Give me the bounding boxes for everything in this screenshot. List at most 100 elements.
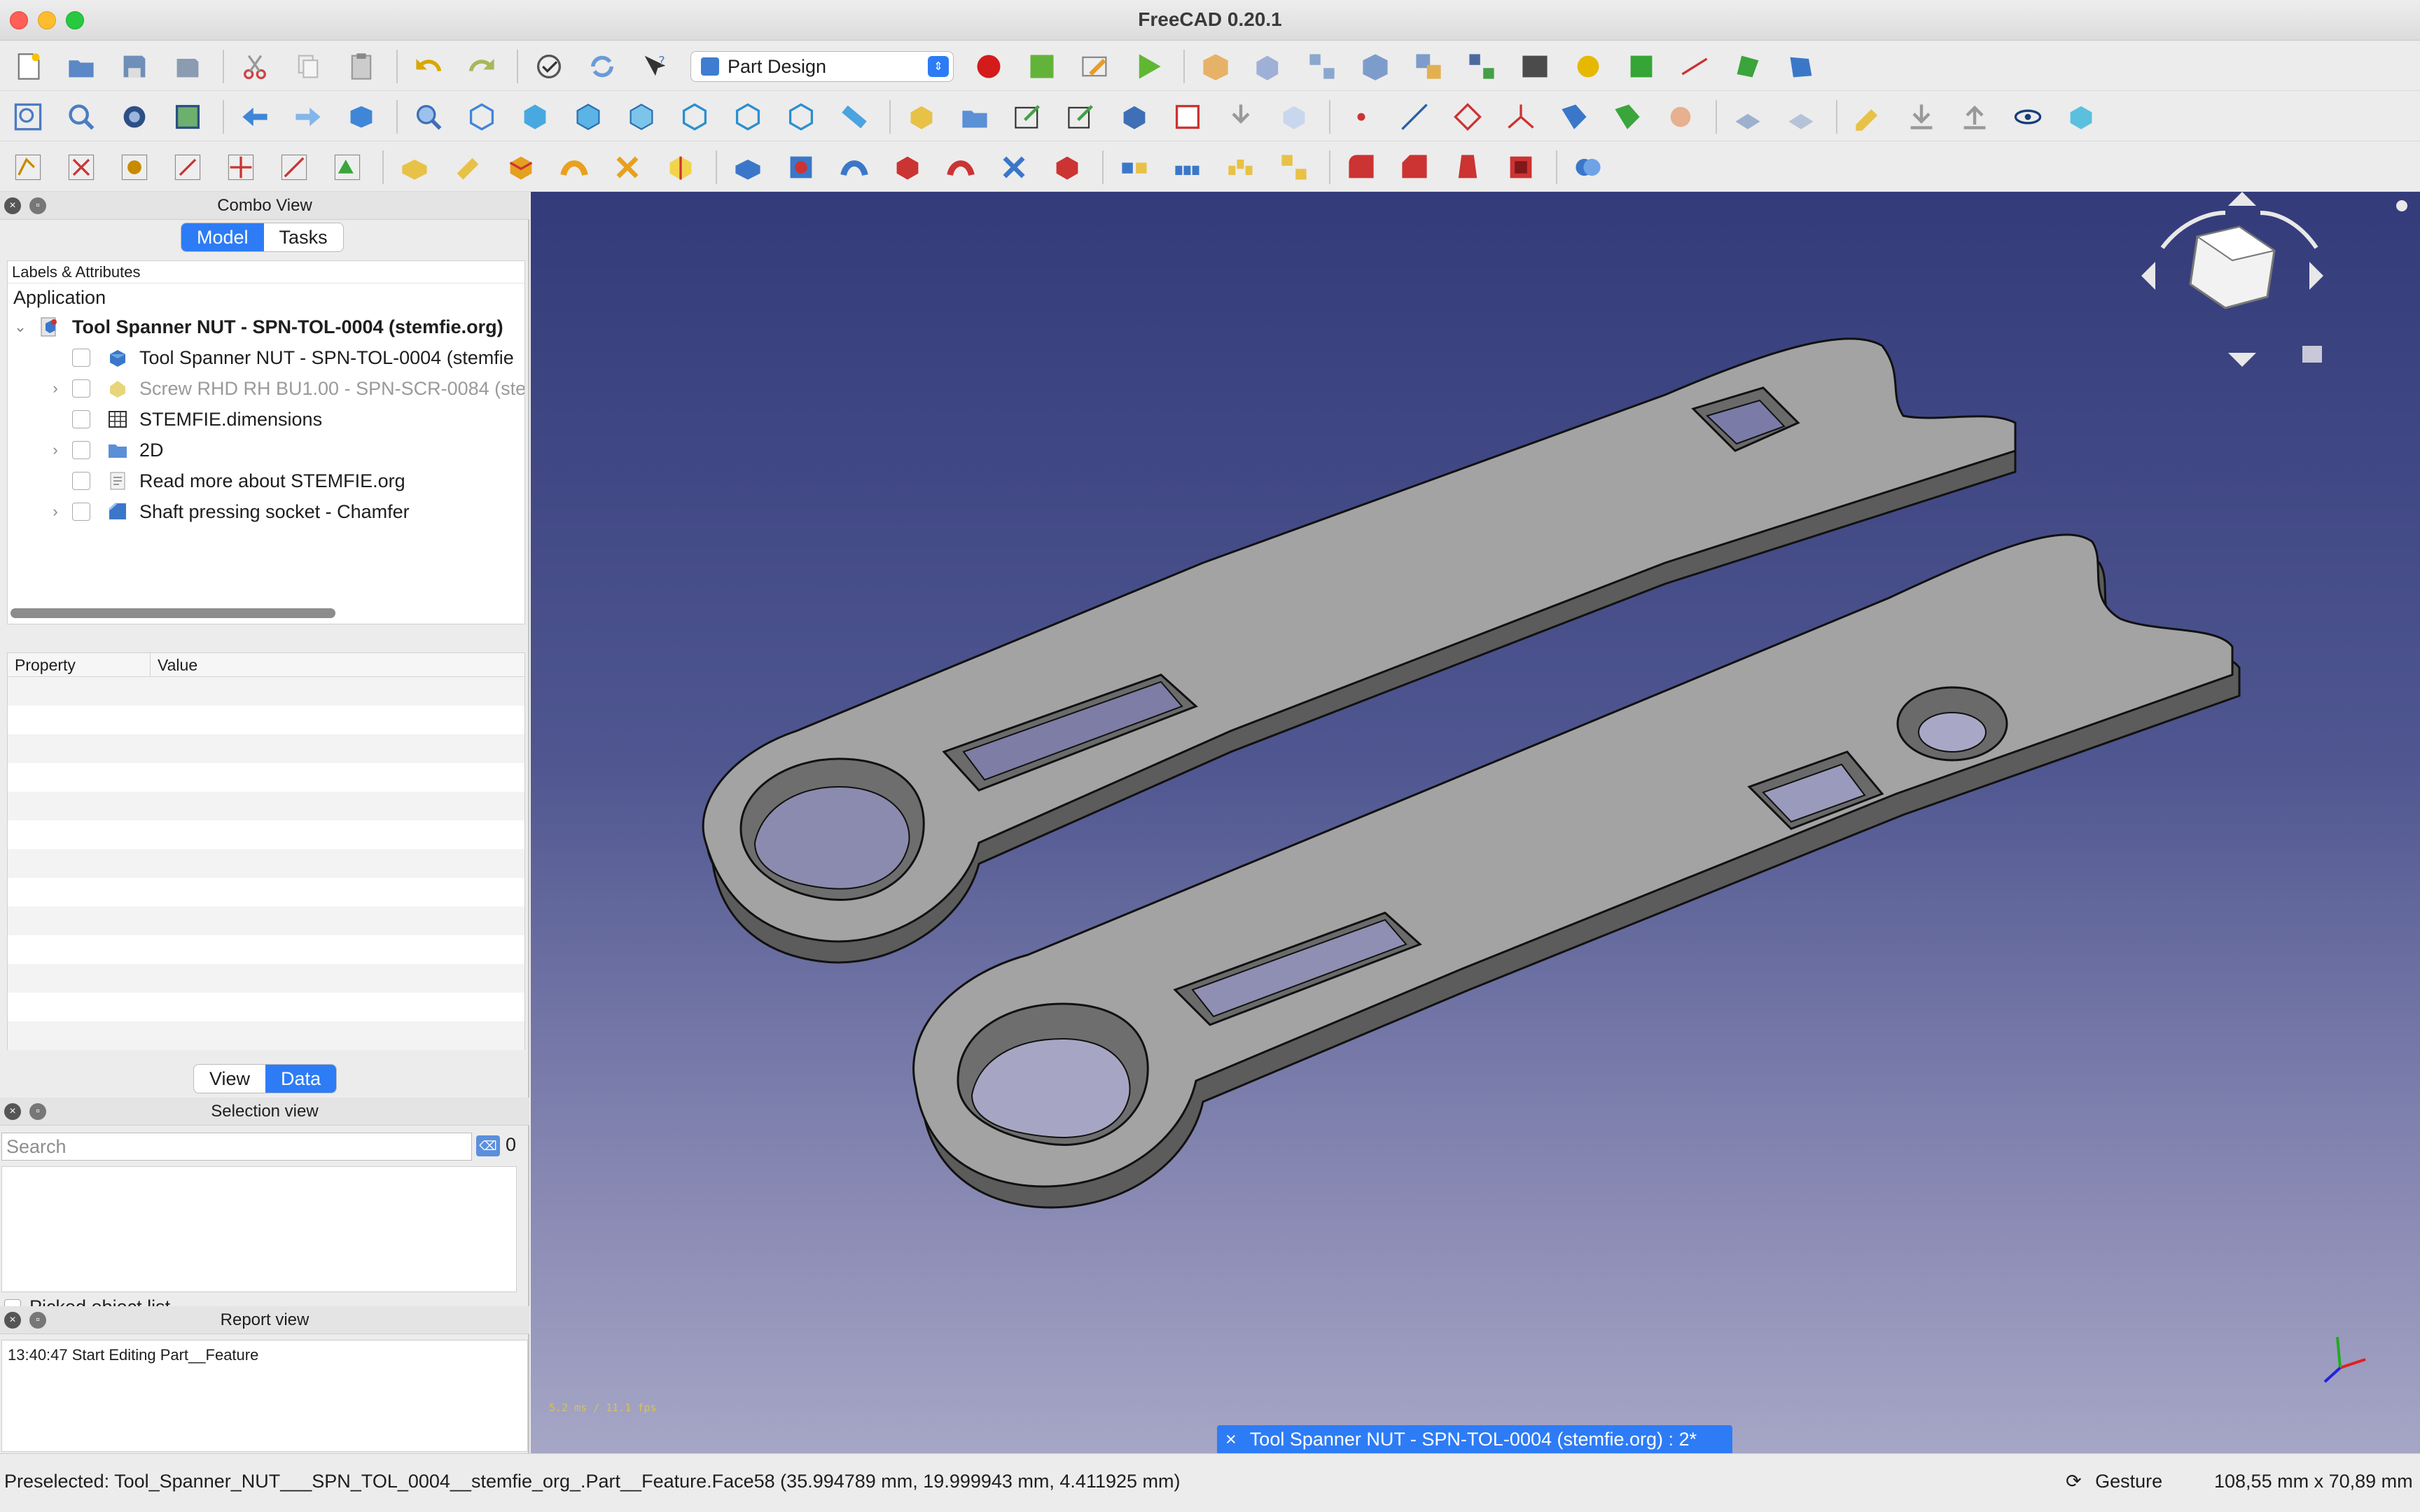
sketch-reorient-icon[interactable] [169, 149, 206, 186]
tree-item[interactable]: › Shaft pressing socket - Chamfer [8, 496, 524, 527]
shape-binder-icon[interactable] [1169, 99, 1206, 135]
view-section-icon[interactable] [2010, 99, 2046, 135]
sketch-mirror-icon[interactable] [276, 149, 312, 186]
new-icon[interactable] [10, 48, 46, 85]
left-view-icon[interactable] [783, 99, 819, 135]
edit-macro-icon[interactable] [1077, 48, 1113, 85]
addon-icon[interactable] [1570, 48, 1606, 85]
bottom-view-icon[interactable] [730, 99, 766, 135]
sketch-icon[interactable] [1730, 99, 1766, 135]
chevron-right-icon[interactable]: › [47, 441, 64, 459]
bounding-box-icon[interactable] [169, 99, 206, 135]
close-tab-icon[interactable]: × [1225, 1429, 1237, 1450]
back-arrow-icon[interactable] [237, 99, 273, 135]
download-icon[interactable] [1903, 99, 1940, 135]
subtractive-pipe-icon[interactable] [943, 149, 979, 186]
green-shape-icon[interactable] [1730, 48, 1766, 85]
create-group-icon[interactable] [957, 99, 993, 135]
link-actions-icon[interactable] [1063, 99, 1099, 135]
std-views-icon[interactable] [343, 99, 380, 135]
tab-tasks[interactable]: Tasks [264, 223, 343, 251]
link-icon[interactable] [1304, 48, 1340, 85]
fit-selection-icon[interactable] [63, 99, 99, 135]
sketch-view-icon[interactable] [329, 149, 366, 186]
stop-macro-icon[interactable] [1024, 48, 1060, 85]
record-macro-icon[interactable] [971, 48, 1007, 85]
additive-helix-icon[interactable] [609, 149, 646, 186]
close-icon[interactable]: × [4, 197, 21, 214]
selection-list[interactable] [1, 1166, 517, 1292]
subtractive-helix-icon[interactable] [996, 149, 1032, 186]
float-icon[interactable]: ▫ [29, 1312, 46, 1329]
tree-item[interactable]: Read more about STEMFIE.org [8, 465, 524, 496]
make-link-icon[interactable] [1010, 99, 1046, 135]
create-part-icon[interactable] [903, 99, 940, 135]
linear-pattern-icon[interactable] [1169, 149, 1206, 186]
forward-arrow-icon[interactable] [290, 99, 326, 135]
upload-icon[interactable] [1956, 99, 1993, 135]
attach-sketch-icon[interactable] [1783, 99, 1819, 135]
datum-plane-icon[interactable] [1449, 99, 1486, 135]
visibility-checkbox[interactable] [72, 441, 90, 459]
model-scene[interactable] [531, 192, 2420, 1453]
import-icon[interactable] [1223, 99, 1259, 135]
tree-horizontal-scrollbar[interactable] [11, 608, 335, 618]
additive-loft-icon[interactable] [503, 149, 539, 186]
pocket-icon[interactable] [730, 149, 766, 186]
top-view-icon[interactable] [570, 99, 606, 135]
local-cs-icon[interactable] [1503, 99, 1539, 135]
redo-icon[interactable] [464, 48, 500, 85]
visibility-checkbox[interactable] [72, 410, 90, 428]
tree-item[interactable]: › Screw RHD RH BU1.00 - SPN-SCR-0084 (st… [8, 373, 524, 404]
paste-icon[interactable] [343, 48, 380, 85]
datum-line-icon[interactable] [1396, 99, 1433, 135]
draw-style-icon[interactable] [116, 99, 153, 135]
measure-distance-icon[interactable] [836, 99, 872, 135]
shape-binder-blue-icon[interactable] [1556, 99, 1592, 135]
selection-search-input[interactable]: Search [1, 1133, 472, 1161]
visibility-checkbox[interactable] [72, 379, 90, 398]
cut-icon[interactable] [237, 48, 273, 85]
visibility-checkbox[interactable] [72, 503, 90, 521]
zoom-icon[interactable] [410, 99, 447, 135]
chamfer-tool-icon[interactable] [1396, 149, 1433, 186]
tree-item[interactable]: STEMFIE.dimensions [8, 404, 524, 435]
tree-item[interactable]: Tool Spanner NUT - SPN-TOL-0004 (stemfie [8, 342, 524, 373]
sketch-map-icon[interactable] [116, 149, 153, 186]
clone-icon[interactable] [1251, 48, 1287, 85]
3d-viewport[interactable]: 5.2 ms / 11.1 fps [531, 192, 2420, 1453]
validate-sketch-icon[interactable] [10, 149, 46, 186]
isometric-view-icon[interactable] [464, 99, 500, 135]
create-sketch-icon[interactable] [1850, 99, 1886, 135]
run-macro-icon[interactable] [1130, 48, 1167, 85]
hole-icon[interactable] [783, 149, 819, 186]
float-icon[interactable]: ▫ [29, 197, 46, 214]
workbench-selector[interactable]: Part Design ⇕ [690, 51, 954, 82]
part-color-icon[interactable] [1623, 48, 1660, 85]
close-icon[interactable]: × [4, 1312, 21, 1329]
additive-primitive-icon[interactable] [662, 149, 699, 186]
fillet-icon[interactable] [1343, 149, 1379, 186]
make-link-group-icon[interactable] [1463, 48, 1500, 85]
whats-this-icon[interactable]: ? [637, 48, 674, 85]
visibility-checkbox[interactable] [72, 349, 90, 367]
close-icon[interactable]: × [4, 1103, 21, 1120]
subtractive-primitive-icon[interactable] [1049, 149, 1085, 186]
pad-icon[interactable] [396, 149, 433, 186]
boolean-icon[interactable] [1570, 149, 1606, 186]
map-sketch-icon[interactable] [2063, 99, 2099, 135]
measure-line-icon[interactable] [1676, 48, 1713, 85]
chevron-right-icon[interactable]: › [47, 503, 64, 521]
open-icon[interactable] [63, 48, 99, 85]
clear-search-icon[interactable]: ⌫ [476, 1135, 500, 1156]
chevron-down-icon[interactable]: ⌄ [12, 318, 29, 336]
tab-model[interactable]: Model [181, 223, 264, 251]
polar-pattern-icon[interactable] [1223, 149, 1259, 186]
subshape-binder-icon[interactable] [1609, 99, 1646, 135]
sheet-icon[interactable] [1517, 48, 1553, 85]
tab-view[interactable]: View [194, 1065, 265, 1093]
report-log[interactable]: 13:40:47 Start Editing Part__Feature [1, 1340, 528, 1452]
clone-head-icon[interactable] [1662, 99, 1699, 135]
clone-body-icon[interactable] [1276, 99, 1312, 135]
multi-transform-icon[interactable] [1276, 149, 1312, 186]
